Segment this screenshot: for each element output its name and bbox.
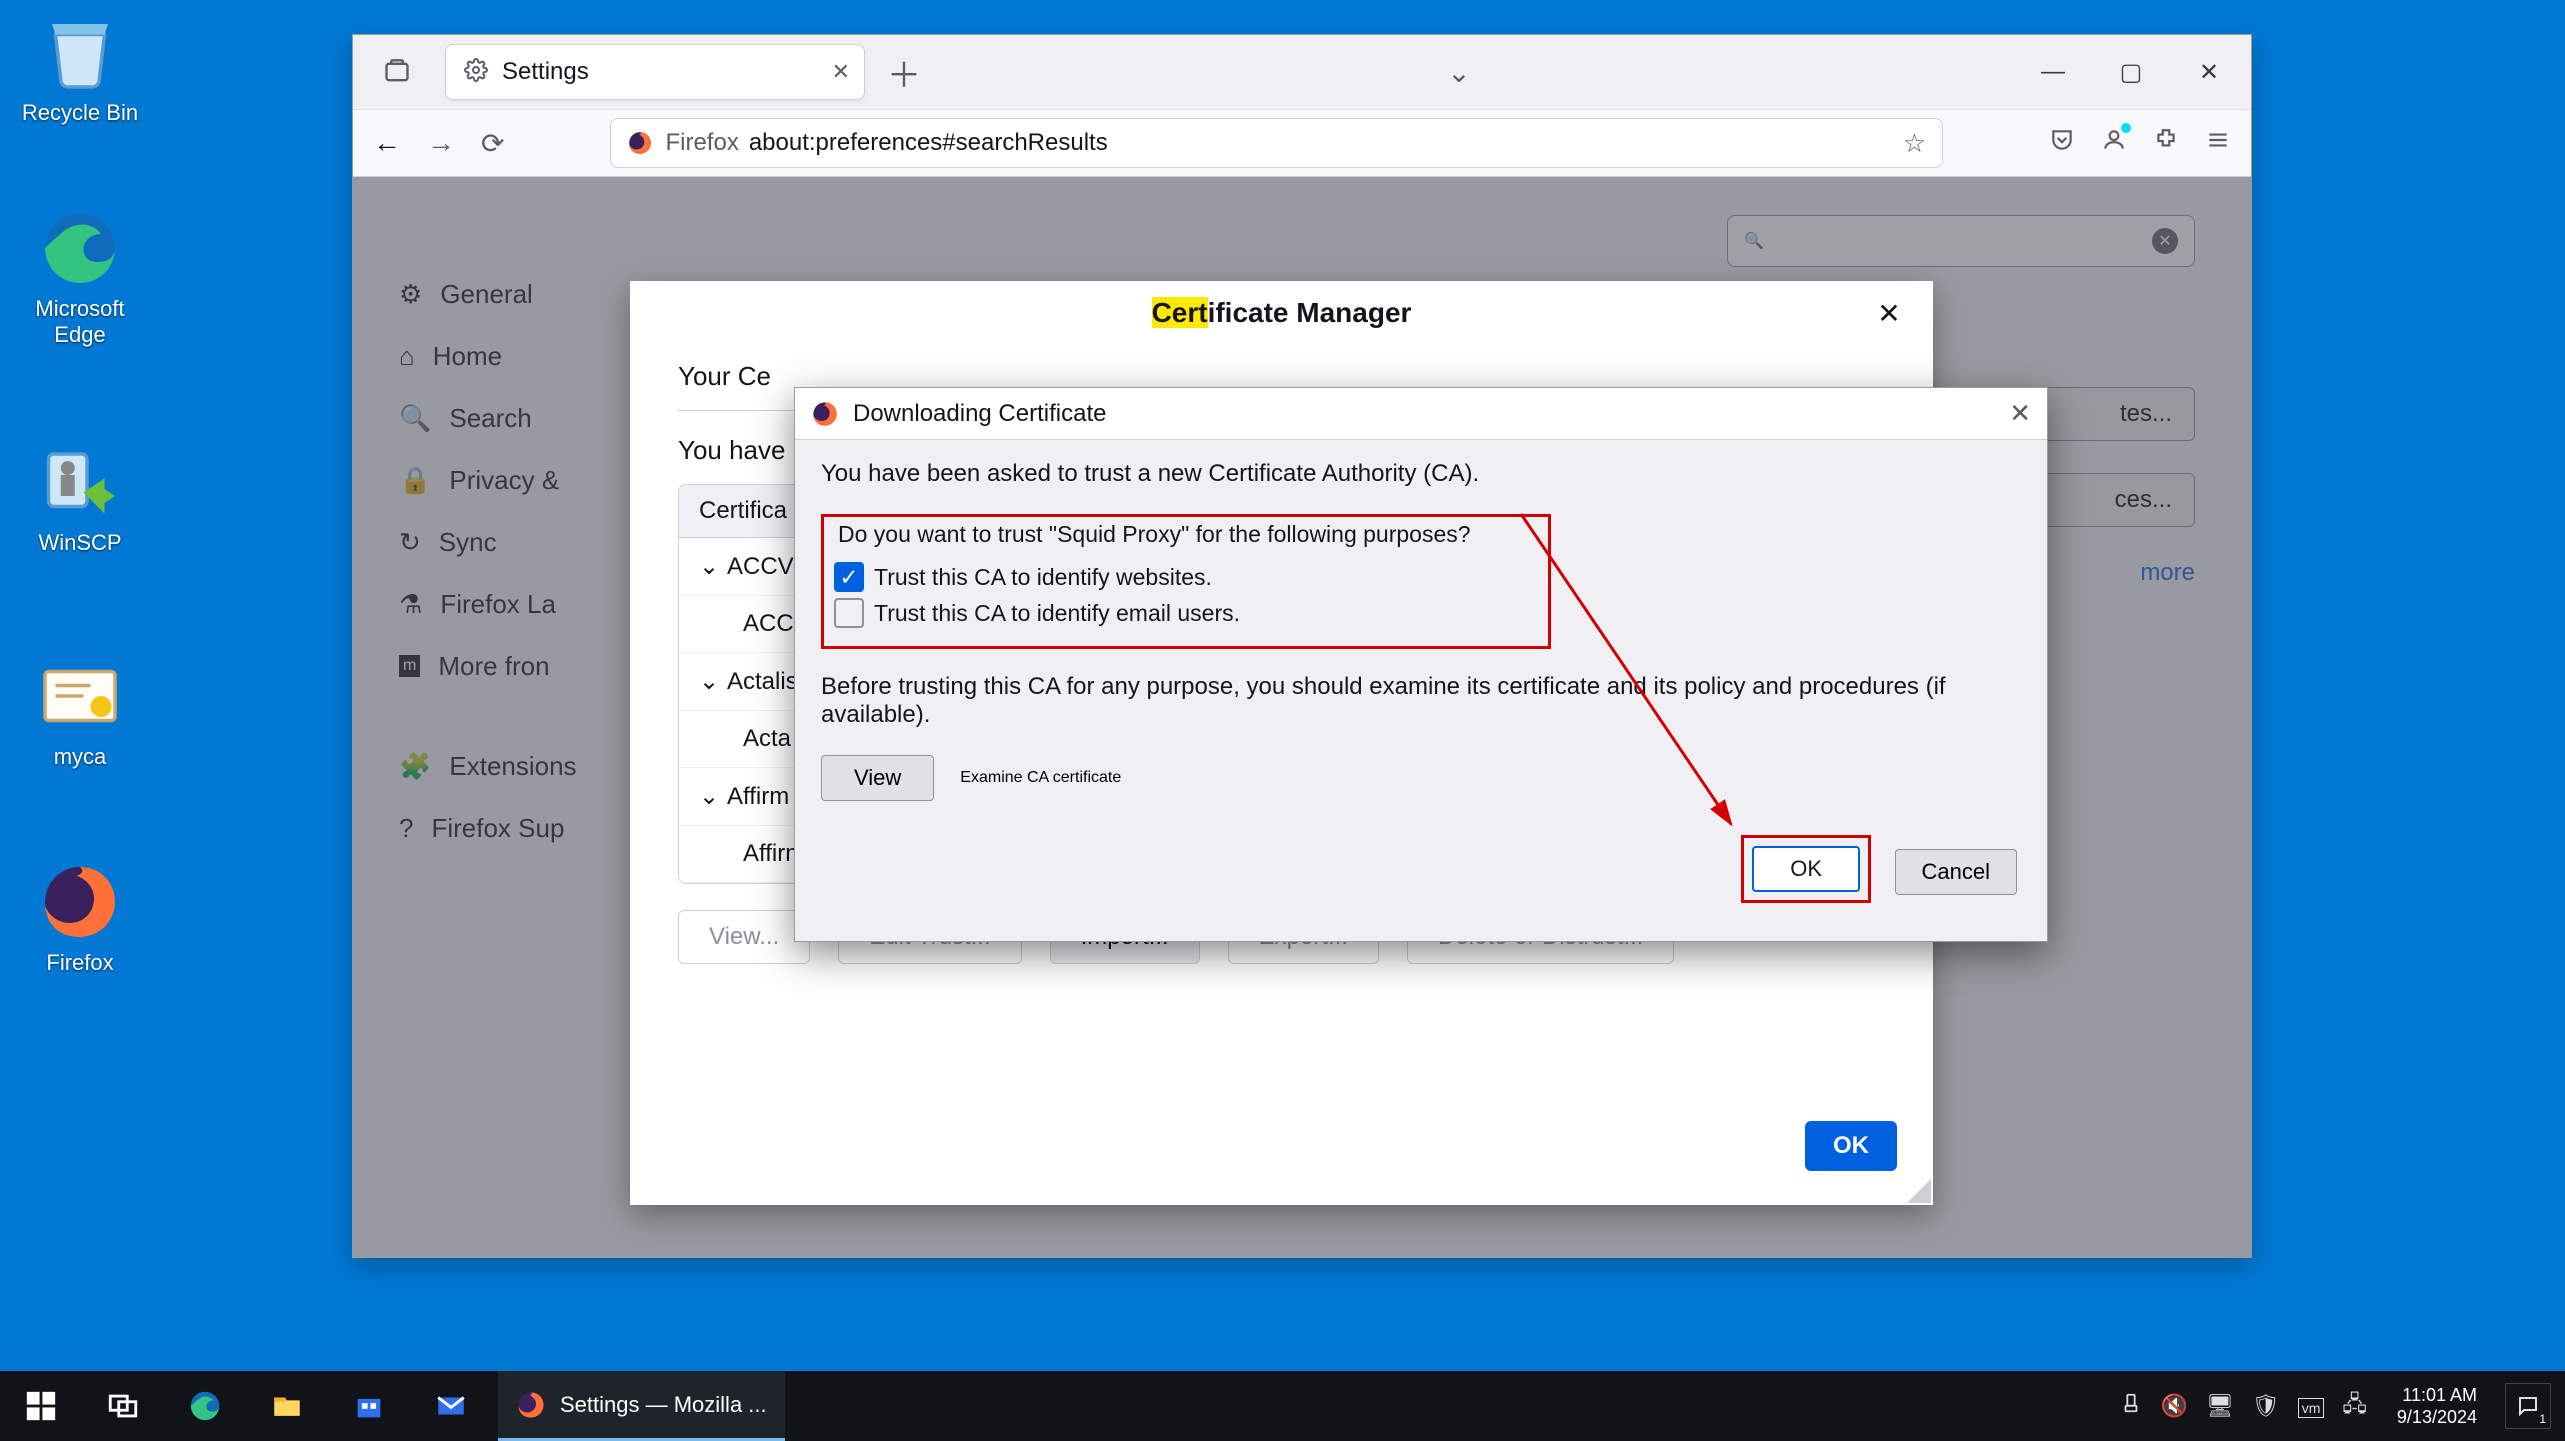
menu-icon[interactable] [2205, 127, 2231, 160]
back-button[interactable]: ← [373, 127, 401, 159]
certmgr-titlebar: Certificate Manager ✕ [630, 281, 1933, 345]
annotation-ok-highlight: OK [1741, 835, 1871, 903]
firefox-taskbar-running[interactable]: Settings — Mozilla ... [498, 1371, 785, 1441]
tray-security-icon[interactable]: 🛡 [2252, 1393, 2280, 1419]
reload-button[interactable]: ⟳ [481, 127, 504, 160]
recycle-icon [38, 10, 122, 94]
store-taskbar[interactable] [328, 1371, 410, 1441]
task-view-button[interactable] [82, 1371, 164, 1441]
firefox-window: Settings ✕ ＋ ⌄ — ▢ ✕ ← → ⟳ Firefox about… [352, 34, 2252, 1258]
new-tab-button[interactable]: ＋ [887, 48, 921, 97]
taskbar-time: 11:01 AM [2397, 1384, 2477, 1406]
mail-taskbar[interactable] [410, 1371, 492, 1441]
taskbar-window-title: Settings — Mozilla ... [560, 1392, 767, 1418]
trust-email-label: Trust this CA to identify email users. [874, 600, 1240, 627]
toolbar: ← → ⟳ Firefox about:preferences#searchRe… [353, 109, 2251, 177]
tray-usb-icon[interactable] [2120, 1392, 2142, 1420]
taskbar-date: 9/13/2024 [2397, 1406, 2477, 1428]
downloading-certificate-dialog: Downloading Certificate ✕ You have been … [794, 387, 2048, 942]
close-button[interactable]: ✕ [2193, 58, 2225, 87]
certmgr-title: Certificate Manager [1152, 297, 1412, 329]
window-controls: — ▢ ✕ [2037, 58, 2251, 87]
tab-label: Settings [502, 58, 589, 86]
action-center-button[interactable] [2505, 1383, 2551, 1429]
certmgr-ok-button[interactable]: OK [1805, 1121, 1897, 1171]
firefox-icon [38, 860, 122, 944]
trust-websites-row[interactable]: ✓ Trust this CA to identify websites. [832, 562, 1540, 592]
dlcert-before: Before trusting this CA for any purpose,… [821, 673, 2021, 729]
winscp-label: WinSCP [10, 530, 150, 556]
gear-icon [464, 58, 488, 87]
dlcert-cancel-button[interactable]: Cancel [1895, 849, 2017, 895]
tray-network-icon[interactable]: 🖧 [2342, 1387, 2367, 1425]
edge-label: Microsoft Edge [10, 296, 150, 348]
tab-settings[interactable]: Settings ✕ [445, 44, 865, 100]
minimize-button[interactable]: — [2037, 58, 2069, 87]
myca[interactable]: myca [10, 654, 150, 770]
forward-button[interactable]: → [427, 127, 455, 159]
edge-taskbar[interactable] [164, 1371, 246, 1441]
annotation-redbox: Do you want to trust "Squid Proxy" for t… [821, 514, 1551, 649]
start-button[interactable] [0, 1371, 82, 1441]
checkbox-email[interactable] [834, 598, 864, 628]
taskbar-clock[interactable]: 11:01 AM 9/13/2024 [2397, 1384, 2477, 1428]
view-button[interactable]: View... [678, 910, 810, 964]
tab-list-button[interactable]: ⌄ [1447, 56, 1470, 89]
taskbar: Settings — Mozilla ... 🔇 🖥 🛡 vm 🖧 11:01 … [0, 1371, 2565, 1441]
checkbox-websites[interactable]: ✓ [834, 562, 864, 592]
myca-label: myca [10, 744, 150, 770]
extensions-icon[interactable] [2153, 127, 2179, 160]
trust-websites-label: Trust this CA to identify websites. [874, 564, 1212, 591]
view-cert-button[interactable]: View [821, 755, 934, 801]
tray-volume-icon[interactable]: 🔇 [2160, 1393, 2187, 1419]
dlcert-ok-button[interactable]: OK [1752, 846, 1860, 892]
url-prefix: Firefox [665, 129, 738, 157]
explorer-taskbar[interactable] [246, 1371, 328, 1441]
workspace-button[interactable] [371, 46, 423, 98]
edge-icon [38, 206, 122, 290]
dlcert-titlebar: Downloading Certificate ✕ [795, 388, 2047, 440]
tab-close-icon[interactable]: ✕ [832, 59, 850, 85]
bookmark-icon[interactable]: ☆ [1903, 128, 1926, 159]
recycle-bin[interactable]: Recycle Bin [10, 10, 150, 126]
firefox-icon [516, 1390, 546, 1420]
dlcert-close-button[interactable]: ✕ [2009, 398, 2031, 429]
firefox-small-icon [811, 400, 839, 428]
view-row: View Examine CA certificate [821, 755, 2021, 801]
tab-strip: Settings ✕ ＋ ⌄ — ▢ ✕ [353, 35, 2251, 109]
examine-label: Examine CA certificate [960, 769, 1121, 787]
trust-email-row[interactable]: Trust this CA to identify email users. [832, 598, 1540, 628]
account-icon[interactable] [2101, 127, 2127, 160]
firefox-desktop[interactable]: Firefox [10, 860, 150, 976]
resize-handle[interactable] [1907, 1179, 1931, 1203]
pocket-icon[interactable] [2049, 127, 2075, 160]
maximize-button[interactable]: ▢ [2115, 58, 2147, 87]
url-bar[interactable]: Firefox about:preferences#searchResults … [610, 118, 1943, 168]
dlcert-title: Downloading Certificate [853, 400, 1106, 428]
recycle-label: Recycle Bin [10, 100, 150, 126]
ms-edge[interactable]: Microsoft Edge [10, 206, 150, 348]
cert-icon [38, 654, 122, 738]
dlcert-question: Do you want to trust "Squid Proxy" for t… [832, 521, 1540, 548]
system-tray: 🔇 🖥 🛡 vm 🖧 11:01 AM 9/13/2024 [2120, 1383, 2565, 1429]
winscp-icon [38, 440, 122, 524]
tray-vm-icon[interactable]: vm [2298, 1393, 2325, 1419]
certmgr-close-button[interactable]: ✕ [1867, 291, 1911, 335]
tray-display-icon[interactable]: 🖥 [2206, 1393, 2234, 1419]
dlcert-line1: You have been asked to trust a new Certi… [821, 460, 2021, 488]
winscp[interactable]: WinSCP [10, 440, 150, 556]
firefox-label: Firefox [10, 950, 150, 976]
url-text: about:preferences#searchResults [749, 129, 1108, 157]
firefox-url-icon [627, 130, 653, 156]
